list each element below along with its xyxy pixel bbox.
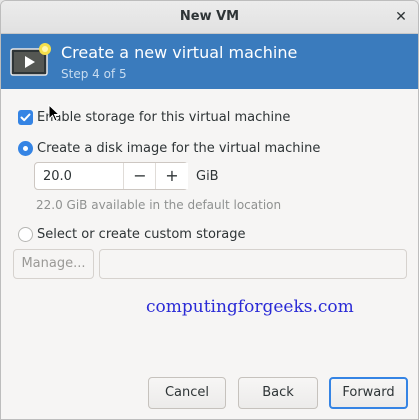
virtual-machine-icon <box>10 43 51 76</box>
custom-storage-label[interactable]: Select or create custom storage <box>37 227 245 242</box>
increment-button[interactable]: + <box>155 163 188 189</box>
disk-size-unit: GiB <box>196 169 219 184</box>
create-disk-radio[interactable] <box>18 141 33 156</box>
title-bar[interactable]: New VM ✕ <box>1 1 418 34</box>
cancel-button[interactable]: Cancel <box>148 377 226 409</box>
wizard-header: Create a new virtual machine Step 4 of 5 <box>1 34 418 89</box>
forward-button[interactable]: Forward <box>329 377 408 409</box>
custom-storage-radio[interactable] <box>18 227 33 242</box>
enable-storage-checkbox[interactable] <box>18 110 33 125</box>
manage-button[interactable]: Manage... <box>13 249 94 279</box>
mouse-cursor-icon <box>48 104 60 122</box>
decrement-button[interactable]: − <box>123 163 156 189</box>
step-indicator: Step 4 of 5 <box>61 67 127 81</box>
new-vm-dialog: New VM ✕ Create a new virtual machine St… <box>0 0 419 420</box>
window-title: New VM <box>179 9 240 24</box>
header-title: Create a new virtual machine <box>61 43 298 62</box>
watermark-text: computingforgeeks.com <box>146 297 354 317</box>
available-space-hint: 22.0 GiB available in the default locati… <box>36 198 282 212</box>
create-disk-label[interactable]: Create a disk image for the virtual mach… <box>37 141 320 156</box>
back-button[interactable]: Back <box>238 377 318 409</box>
storage-path-field[interactable] <box>99 249 407 279</box>
disk-size-input[interactable] <box>35 163 123 189</box>
close-icon[interactable]: ✕ <box>392 8 410 26</box>
checkmark-icon <box>20 113 31 122</box>
enable-storage-label[interactable]: Enable storage for this virtual machine <box>37 110 290 125</box>
disk-size-spinner: − + <box>34 162 188 190</box>
